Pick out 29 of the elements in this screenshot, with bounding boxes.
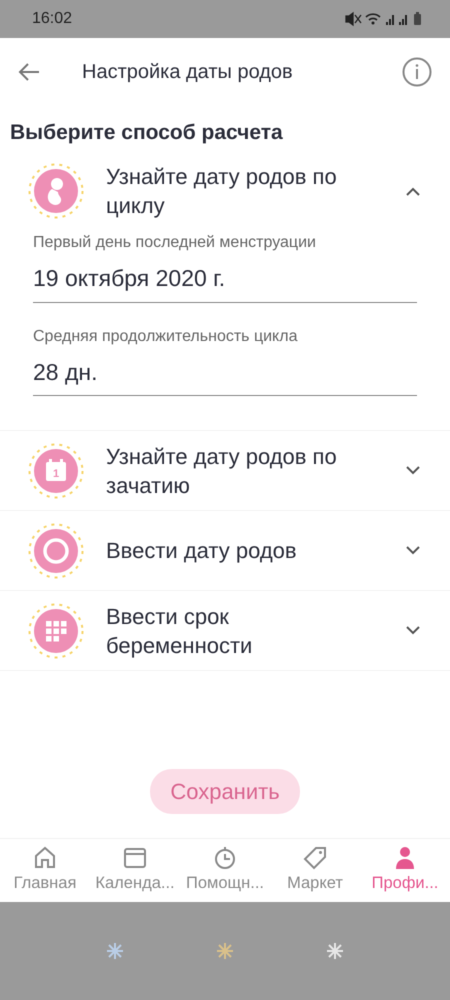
method-title[interactable]: Ввести срок беременности xyxy=(106,602,381,660)
method-title[interactable]: Ввести дату родов xyxy=(106,536,381,566)
screen-title: Настройка даты родов xyxy=(82,60,294,85)
signal-icon xyxy=(399,15,407,25)
input-field[interactable]: 28 дн. xyxy=(33,354,417,396)
mute-icon xyxy=(345,12,362,26)
chevron-down-icon[interactable] xyxy=(406,466,420,476)
section-heading: Выберите способ расчета xyxy=(9,120,284,146)
ring-icon xyxy=(28,522,84,579)
battery-icon xyxy=(414,12,421,25)
field-label: Средняя продолжительность цикла xyxy=(33,326,298,347)
method-title[interactable]: Узнайте дату родов по циклу xyxy=(106,162,381,220)
chevron-down-icon[interactable] xyxy=(406,546,420,556)
timer-icon xyxy=(212,845,238,872)
method-title[interactable]: Узнайте дату родов по зачатию xyxy=(106,442,381,500)
chevron-down-icon[interactable] xyxy=(406,626,420,636)
tag-icon xyxy=(302,845,328,872)
signal-icon xyxy=(386,15,394,25)
input-field[interactable]: 19 октября 2020 г. xyxy=(33,261,417,303)
fetus-icon xyxy=(28,163,84,220)
wifi-icon xyxy=(365,13,381,24)
status-time: 16:02 xyxy=(32,9,72,29)
field-label: Первый день последней менструации xyxy=(33,233,317,254)
flower-icon[interactable] xyxy=(326,942,344,960)
back-arrow-icon[interactable] xyxy=(18,62,40,82)
grid-icon xyxy=(28,602,84,659)
chevron-up-icon[interactable] xyxy=(406,186,420,196)
info-icon[interactable] xyxy=(402,57,432,87)
calendar-icon: 1 xyxy=(28,442,84,499)
